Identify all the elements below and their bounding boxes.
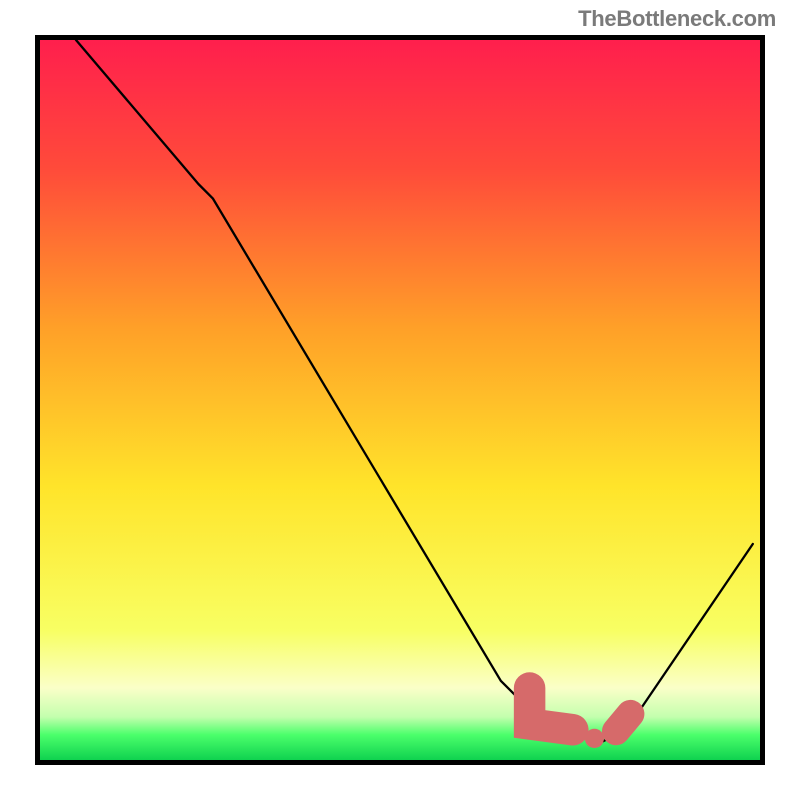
chart-frame <box>35 35 765 765</box>
watermark-text: TheBottleneck.com <box>578 6 776 32</box>
chart-container: TheBottleneck.com <box>0 0 800 800</box>
chart-plot <box>40 40 760 760</box>
chart-background <box>40 40 760 760</box>
marker-dot <box>585 729 604 748</box>
marker-short-segment <box>616 714 630 731</box>
